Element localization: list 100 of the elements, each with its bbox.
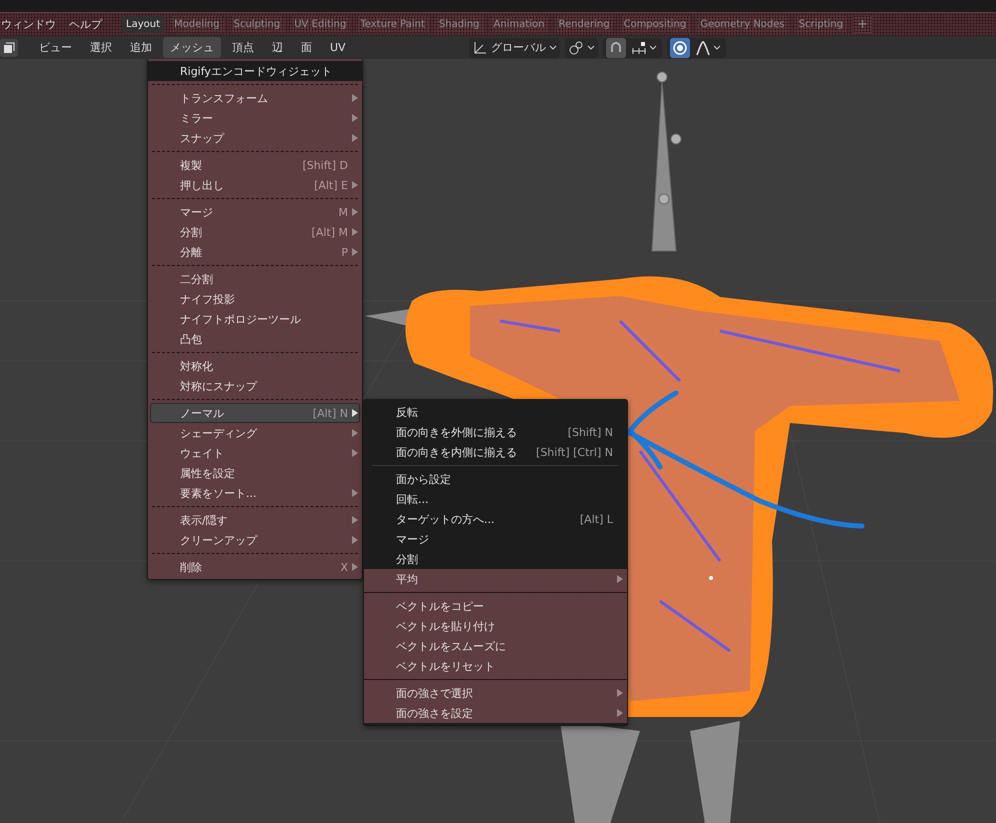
menu-item-label: 表示/隠す [180, 512, 229, 528]
menu-item[interactable]: 表示/隠す [148, 510, 362, 530]
origin-dot [709, 576, 713, 580]
menu-item-label: 押し出し [180, 178, 225, 192]
menu-item[interactable]: ナイフ投影 [148, 289, 362, 309]
menu-item[interactable]: 複製 [Shift] D [148, 155, 362, 175]
menu-item-label: 分離 [180, 244, 203, 260]
menu-item[interactable]: ベクトルを貼り付け [364, 616, 627, 636]
workspace-tab[interactable]: Layout [122, 16, 164, 33]
menu-item-label: 面の向きを外側に揃える [396, 424, 518, 440]
menu-item-label: 属性を設定 [180, 466, 236, 480]
menu-item[interactable]: 要素をソート... [148, 483, 362, 503]
shortcut-text: [Alt] N [312, 406, 348, 420]
menu-item-label: 削除 [180, 560, 203, 574]
shortcut-text: [Shift] N [568, 426, 613, 438]
menu-item-label: 凸包 [180, 332, 203, 346]
menu-item-label: 面から設定 [396, 472, 452, 486]
proportional-toggle[interactable] [670, 38, 690, 58]
menu-item[interactable]: 分離 P [148, 242, 362, 262]
menu-item-label: トランスフォーム [180, 90, 269, 106]
menu-item[interactable]: 辺 [265, 37, 290, 58]
menu-item[interactable]: 回転... [364, 489, 627, 509]
menu-item-label: マージ [180, 204, 214, 220]
menu-item-label: 面の強さで選択 [396, 686, 474, 700]
caret-icon [649, 44, 657, 51]
menu-item-label: ミラー [180, 110, 214, 126]
menu-item[interactable]: UV [323, 38, 353, 57]
caret-icon [587, 44, 595, 51]
shortcut-text: [Alt] M [312, 226, 348, 238]
menu-item[interactable]: Rigifyエンコードウィジェット [148, 61, 362, 81]
menu-item[interactable]: ミラー [148, 108, 362, 128]
shortcut-text: [Shift] D [302, 158, 348, 172]
shortcut-text: P [341, 246, 348, 258]
menu-item[interactable]: 追加 [123, 37, 159, 58]
menu-item[interactable]: マージ [364, 529, 627, 549]
shortcut-text: [Alt] E [314, 178, 348, 192]
menu-item[interactable]: 凸包 [148, 329, 362, 349]
orientation-dropdown[interactable]: グローバル [469, 38, 560, 58]
target-icon [672, 40, 688, 56]
menu-item-label: 反転 [396, 404, 419, 420]
menu-item-label: 複製 [180, 158, 203, 172]
menu-item[interactable]: ヘルプ [69, 17, 106, 32]
menu-item-label: マージ [396, 532, 430, 546]
shortcut-text: [Shift] [Ctrl] N [536, 446, 613, 458]
menu-item-label: 要素をソート... [180, 486, 258, 500]
menu-item[interactable]: 面の強さを設定 [364, 703, 627, 723]
editor-type-button[interactable] [0, 38, 18, 56]
menu-item-label: Rigifyエンコードウィジェット [180, 64, 333, 78]
menu-item[interactable]: ベクトルをリセット [364, 656, 627, 676]
menu-item-label: ベクトルをスムーズに [396, 638, 507, 654]
menu-item[interactable]: トランスフォーム [148, 88, 362, 108]
menu-item[interactable]: 二分割 [148, 269, 362, 289]
menu-item-label: ターゲットの方へ... [396, 512, 496, 526]
menu-item[interactable]: マージ M [148, 202, 362, 222]
menu-item-label: ウェイト [180, 446, 225, 460]
menu-item[interactable]: 押し出し [Alt] E [148, 175, 362, 195]
menu-item[interactable]: 面の強さで選択 [364, 683, 627, 703]
menu-item[interactable]: 分割 [Alt] M [148, 222, 362, 242]
menu-item[interactable]: ベクトルをスムーズに [364, 636, 627, 656]
shortcut-text: M [338, 206, 348, 218]
menu-item-label: ナイフトポロジーツール [180, 312, 302, 326]
menu-item[interactable]: メッシュ [163, 37, 221, 58]
menu-item-label: ナイフ投影 [180, 292, 236, 306]
menu-item-label: シェーディング [180, 426, 258, 440]
menu-item-label: ベクトルをコピー [396, 598, 485, 614]
menu-item[interactable]: 平均 [364, 569, 627, 589]
menu-item[interactable]: 属性を設定 [148, 463, 362, 483]
menu-item-label: 面の強さを設定 [396, 706, 474, 720]
menu-item[interactable]: 削除 X [148, 557, 362, 577]
menu-item[interactable]: ノーマル [Alt] N [150, 403, 360, 423]
menu-item-label: 回転... [396, 492, 430, 506]
menu-item-label: ベクトルをリセット [396, 658, 496, 674]
menu-item[interactable]: ターゲットの方へ... [Alt] L [364, 509, 627, 529]
increment-icon [631, 40, 647, 56]
menu-item-label: 面の向きを内側に揃える [396, 444, 518, 460]
menu-item[interactable]: 面から設定 [364, 469, 627, 489]
menu-item[interactable]: 対称にスナップ [148, 376, 362, 396]
menu-item[interactable]: 反転 [364, 402, 627, 422]
menu-item[interactable]: シェーディング [148, 423, 362, 443]
menu-item-label: 対称化 [180, 358, 214, 374]
menu-item[interactable]: 選択 [83, 37, 119, 58]
snap-toggle[interactable] [606, 38, 626, 58]
menu-item[interactable]: スナップ [148, 128, 362, 148]
menu-item[interactable]: 分割 [364, 549, 627, 569]
menu-item[interactable]: 面の向きを内側に揃える [Shift] [Ctrl] N [364, 442, 627, 462]
menu-item[interactable]: 面の向きを外側に揃える [Shift] N [364, 422, 627, 442]
menu-item[interactable]: 対称化 [148, 356, 362, 376]
link-circles-icon [568, 40, 584, 56]
caret-icon [713, 44, 721, 51]
menu-item[interactable]: ナイフトポロジーツール [148, 309, 362, 329]
menu-item-label: 二分割 [180, 272, 214, 286]
menu-item[interactable]: クリーンアップ [148, 530, 362, 550]
menu-item[interactable]: ベクトルをコピー [364, 596, 627, 616]
menu-item[interactable]: ウィンドウ [1, 17, 60, 32]
menu-item[interactable]: 面 [294, 37, 319, 58]
menu-item[interactable]: 頂点 [225, 37, 261, 58]
pivot-dropdown[interactable] [565, 38, 598, 58]
menu-item[interactable]: ビュー [32, 37, 79, 58]
menu-item[interactable]: ウェイト [148, 443, 362, 463]
shortcut-text: X [340, 560, 348, 574]
